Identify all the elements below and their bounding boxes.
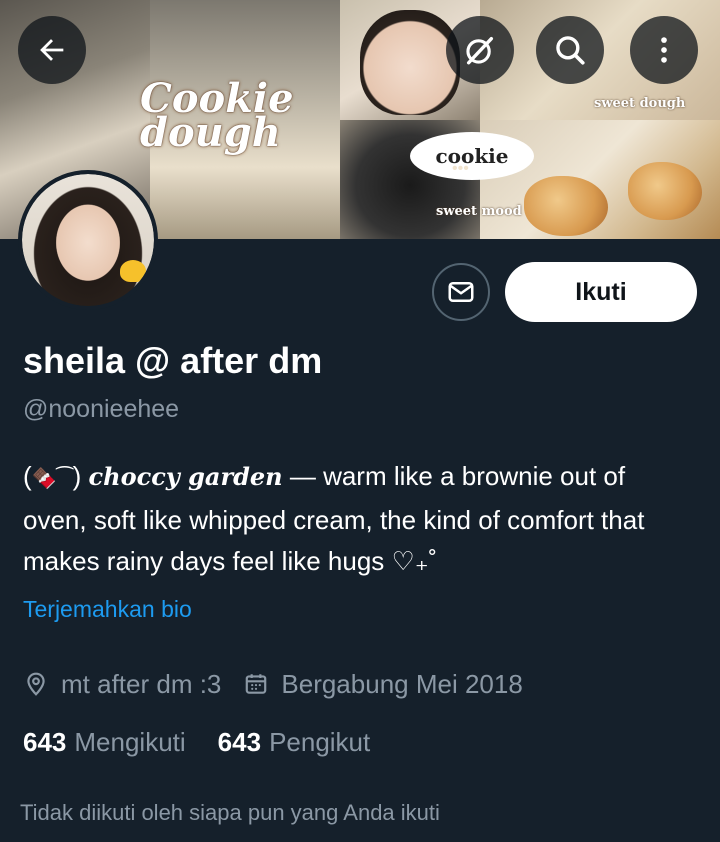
profile-bio: (🍫⁀) choccy garden — warm like a brownie… [23,456,693,582]
calendar-icon [246,674,267,694]
banner-selfie-face [360,10,460,115]
profile-avatar[interactable] [18,170,158,310]
more-vertical-icon [661,37,667,63]
not-followed-note: Tidak diikuti oleh siapa pun yang Anda i… [20,800,440,825]
joined-item: Bergabung Mei 2018 [243,668,523,700]
grok-button[interactable] [446,16,514,84]
banner-taiyaki-2 [628,162,702,220]
location-pin-icon [27,672,45,696]
following-label: Mengikuti [74,726,186,757]
followers-stat[interactable]: 643 Pengikut [218,727,371,758]
banner-sweet-dough-tag: sweet dough [594,96,686,111]
following-stat[interactable]: 643 Mengikuti [23,727,186,758]
follow-stats: 643 Mengikuti 643 Pengikut [23,725,370,759]
following-count: 643 [23,726,67,757]
banner-dots: ••• [452,160,469,177]
location-item: mt after dm :3 [23,669,221,700]
chocolate-emoji: 🍫⁀ [31,468,73,490]
search-button[interactable] [536,16,604,84]
joined-text: Bergabung Mei 2018 [281,668,523,699]
avatar-photo [22,174,154,306]
more-options-button[interactable] [630,16,698,84]
bio-prefix: ( [23,461,32,491]
profile-meta: mt after dm :3 Bergabung Mei 2018 [23,667,523,701]
envelope-icon [448,282,474,302]
bio-fancy-text: choccy garden [88,462,283,491]
avatar-duck-sticker [120,260,146,282]
banner-sweet-mood-tag: sweet mood [436,204,522,219]
message-button[interactable] [432,263,490,321]
user-handle: @noonieehee [23,395,180,423]
banner-cookie-stamp: cookie [410,132,534,180]
banner-script-text: Cookie dough [140,75,294,156]
follow-button[interactable]: Ikuti [505,262,697,322]
translate-bio-link[interactable]: Terjemahkan bio [23,596,192,623]
followers-label: Pengikut [269,726,371,757]
arrow-left-icon [40,39,64,61]
search-icon [556,36,585,65]
grok-icon [466,36,494,65]
display-name: sheila @ after dm [23,340,323,381]
bio-close: ) [72,461,89,491]
location-text: mt after dm :3 [61,668,222,699]
banner-taiyaki-1 [524,176,608,236]
back-button[interactable] [18,16,86,84]
followers-count: 643 [217,726,262,757]
